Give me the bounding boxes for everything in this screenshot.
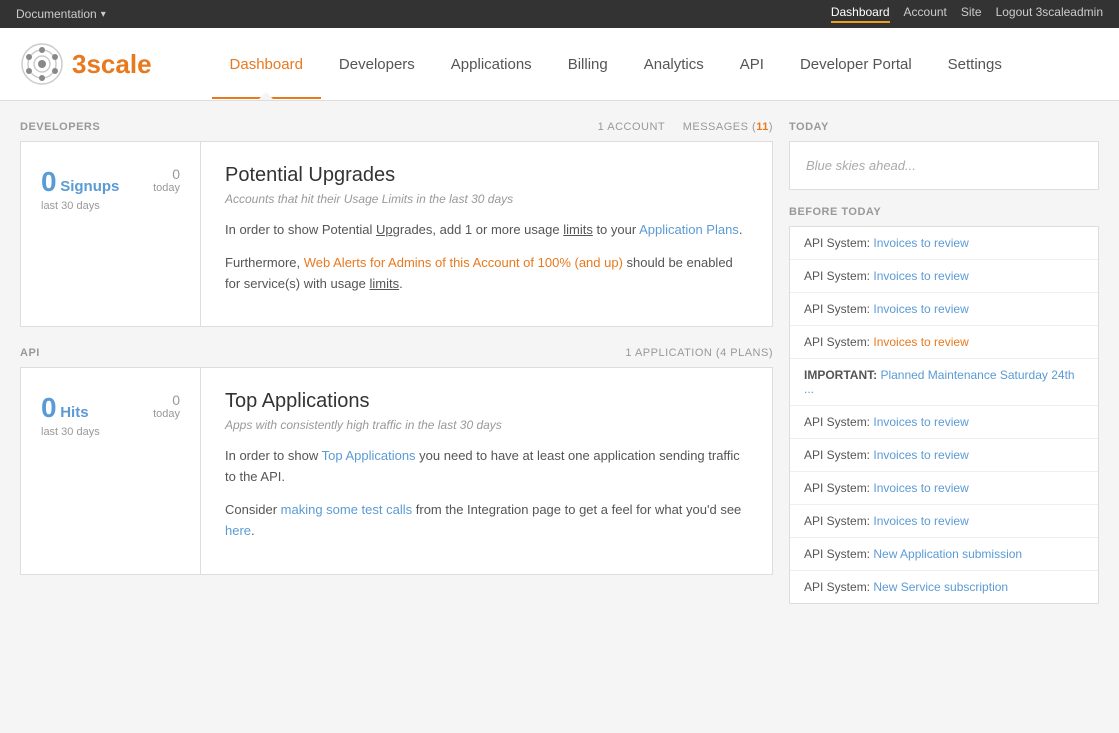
activity-item: API System: Invoices to review	[790, 472, 1098, 505]
developers-title: DEVELOPERS	[20, 121, 100, 133]
today-title: TODAY	[789, 121, 1099, 133]
activity-link-new-service[interactable]: New Service subscription	[873, 580, 1008, 594]
activity-item: API System: Invoices to review	[790, 505, 1098, 538]
top-applications-title: Top Applications	[225, 388, 748, 414]
potential-upgrades-title: Potential Upgrades	[225, 162, 748, 188]
api-title: API	[20, 347, 40, 359]
developers-section-header: DEVELOPERS 1 ACCOUNT MESSAGES (11)	[20, 121, 773, 133]
potential-upgrades-para1: In order to show Potential Upgrades, add…	[225, 220, 748, 241]
documentation-label: Documentation	[16, 7, 97, 21]
top-applications-card: Top Applications Apps with consistently …	[201, 368, 772, 573]
activity-item: API System: Invoices to review	[790, 439, 1098, 472]
activity-item: API System: Invoices to review	[790, 406, 1098, 439]
nav-billing[interactable]: Billing	[550, 29, 626, 99]
test-calls-link[interactable]: making some test calls	[281, 502, 413, 517]
account-count-link[interactable]: 1 ACCOUNT	[598, 121, 665, 133]
top-nav-dashboard[interactable]: Dashboard	[831, 5, 890, 23]
nav-applications[interactable]: Applications	[433, 29, 550, 99]
main-content: DEVELOPERS 1 ACCOUNT MESSAGES (11) 0 Sig…	[20, 121, 773, 604]
today-text: Blue skies ahead...	[806, 158, 916, 173]
top-applications-link[interactable]: Top Applications	[322, 448, 416, 463]
nav-developer-portal[interactable]: Developer Portal	[782, 29, 930, 99]
logo-icon	[20, 42, 64, 86]
activity-link[interactable]: Invoices to review	[873, 236, 968, 250]
activity-item: API System: Invoices to review	[790, 260, 1098, 293]
logo-area: 3scale	[20, 28, 152, 100]
logo-text: 3scale	[72, 49, 152, 80]
api-cards-row: 0 Hits last 30 days 0 today Top Applicat…	[20, 367, 773, 574]
dropdown-arrow-icon: ▾	[101, 9, 106, 20]
top-bar: Documentation ▾ Dashboard Account Site L…	[0, 0, 1119, 28]
activity-list: API System: Invoices to review API Syste…	[789, 226, 1099, 604]
signups-today-number: 0	[153, 166, 180, 182]
web-alerts-link[interactable]: Web Alerts for Admins of this Account of…	[304, 255, 623, 270]
signups-subtitle: last 30 days	[41, 200, 119, 212]
signups-label: Signups	[60, 178, 119, 195]
signups-number: 0	[41, 166, 57, 197]
hits-stat-card: 0 Hits last 30 days 0 today	[21, 368, 201, 573]
hits-subtitle: last 30 days	[41, 426, 100, 438]
hits-today-number: 0	[153, 392, 180, 408]
activity-link-new-app[interactable]: New Application submission	[873, 547, 1022, 561]
activity-item-highlight: API System: Invoices to review	[790, 326, 1098, 359]
top-applications-subtitle: Apps with consistently high traffic in t…	[225, 418, 748, 432]
top-applications-para2: Consider making some test calls from the…	[225, 500, 748, 542]
documentation-menu[interactable]: Documentation ▾	[16, 7, 106, 21]
activity-item-new-service: API System: New Service subscription	[790, 571, 1098, 603]
nav-api[interactable]: API	[722, 29, 782, 99]
main-header: 3scale Dashboard Developers Applications…	[0, 28, 1119, 101]
nav-developers[interactable]: Developers	[321, 29, 433, 99]
activity-link[interactable]: Invoices to review	[873, 269, 968, 283]
activity-item: API System: Invoices to review	[790, 227, 1098, 260]
signups-stat-card: 0 Signups last 30 days 0 today	[21, 142, 201, 326]
activity-item: API System: Invoices to review	[790, 293, 1098, 326]
nav-analytics[interactable]: Analytics	[626, 29, 722, 99]
activity-link[interactable]: Invoices to review	[873, 481, 968, 495]
api-section-header: API 1 APPLICATION (4 PLANS)	[20, 347, 773, 359]
developers-meta: 1 ACCOUNT MESSAGES (11)	[598, 121, 773, 133]
signups-today-label: today	[153, 182, 180, 194]
app-count-link[interactable]: 1 APPLICATION (4 PLANS)	[625, 347, 773, 359]
messages-close: )	[769, 121, 773, 133]
potential-upgrades-subtitle: Accounts that hit their Usage Limits in …	[225, 192, 748, 206]
potential-upgrades-card: Potential Upgrades Accounts that hit the…	[201, 142, 772, 326]
activity-link[interactable]: Invoices to review	[873, 514, 968, 528]
here-link[interactable]: here	[225, 523, 251, 538]
messages-badge: 11	[756, 121, 769, 133]
top-nav-logout[interactable]: Logout 3scaleadmin	[996, 5, 1103, 23]
top-applications-para1: In order to show Top Applications you ne…	[225, 446, 748, 488]
content-area: DEVELOPERS 1 ACCOUNT MESSAGES (11) 0 Sig…	[0, 101, 1119, 624]
today-box: Blue skies ahead...	[789, 141, 1099, 190]
activity-link[interactable]: Invoices to review	[873, 415, 968, 429]
activity-link-highlight[interactable]: Invoices to review	[873, 335, 968, 349]
api-meta: 1 APPLICATION (4 PLANS)	[625, 347, 773, 359]
activity-link[interactable]: Invoices to review	[873, 302, 968, 316]
activity-item-important: IMPORTANT: Planned Maintenance Saturday …	[790, 359, 1098, 406]
main-nav: Dashboard Developers Applications Billin…	[212, 29, 1020, 99]
hits-today-label: today	[153, 408, 180, 420]
developers-cards-row: 0 Signups last 30 days 0 today Potential…	[20, 141, 773, 327]
hits-number: 0	[41, 392, 57, 423]
messages-label: MESSAGES (	[683, 121, 756, 133]
before-today-title: BEFORE TODAY	[789, 206, 1099, 218]
top-nav-account[interactable]: Account	[904, 5, 947, 23]
sidebar: TODAY Blue skies ahead... BEFORE TODAY A…	[789, 121, 1099, 604]
hits-label: Hits	[60, 404, 88, 421]
potential-upgrades-para2: Furthermore, Web Alerts for Admins of th…	[225, 253, 748, 295]
nav-dashboard[interactable]: Dashboard	[212, 29, 321, 99]
top-nav-site[interactable]: Site	[961, 5, 982, 23]
application-plans-link[interactable]: Application Plans	[639, 222, 739, 237]
nav-settings[interactable]: Settings	[930, 29, 1020, 99]
activity-link[interactable]: Invoices to review	[873, 448, 968, 462]
activity-item-new-app: API System: New Application submission	[790, 538, 1098, 571]
top-bar-right-links: Dashboard Account Site Logout 3scaleadmi…	[831, 5, 1103, 23]
